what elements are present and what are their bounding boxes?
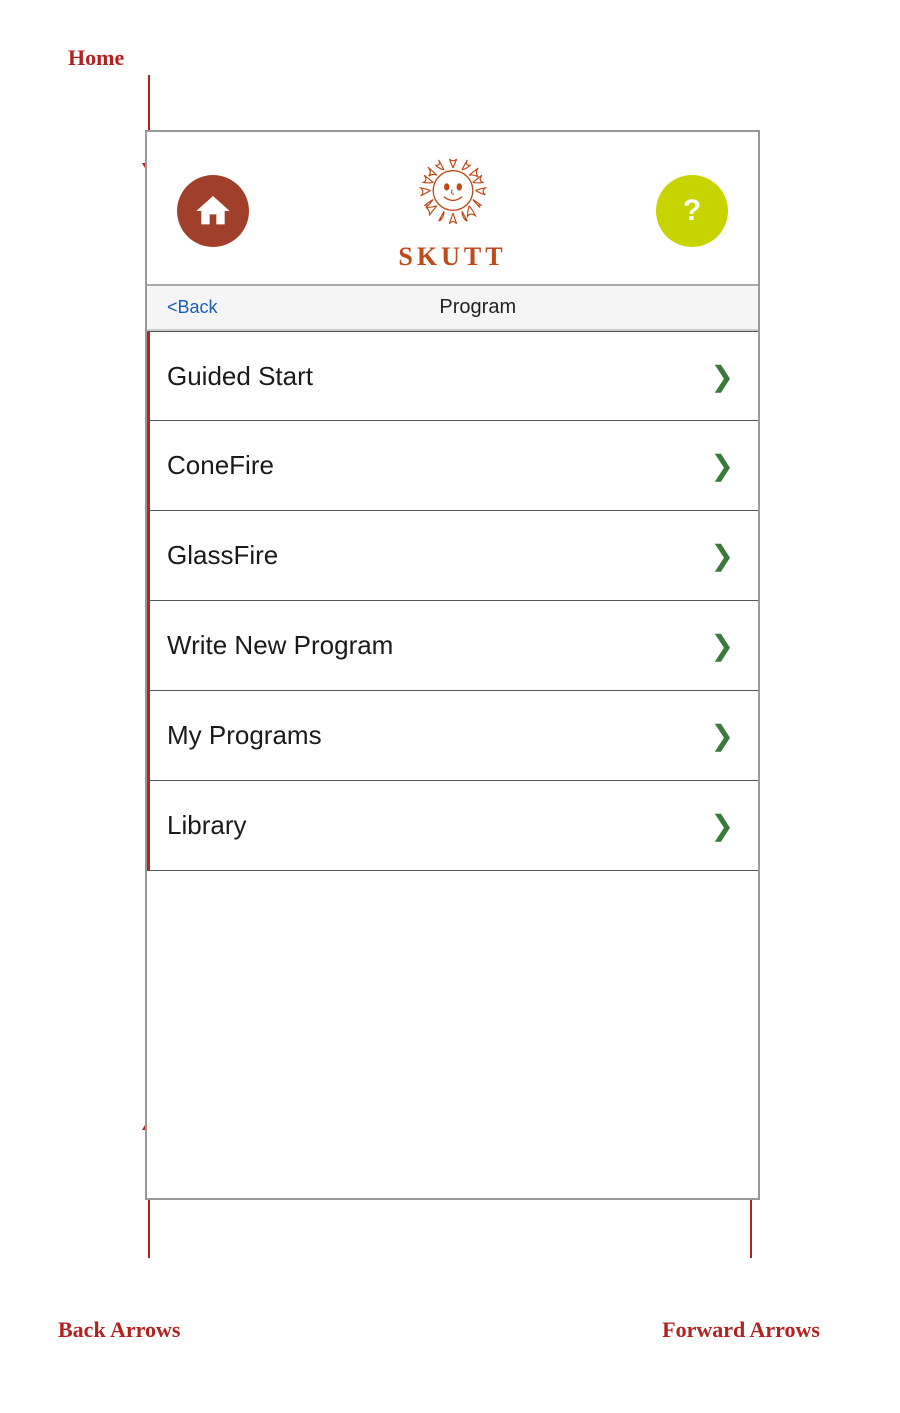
menu-item-guided-start[interactable]: Guided Start ❯ [147,331,758,421]
menu-item-label: Library [167,810,246,841]
menu-item-my-programs[interactable]: My Programs ❯ [147,691,758,781]
annotation-forward: Forward Arrows [662,1317,820,1343]
back-chevron-icon: < [167,297,178,318]
help-button[interactable]: ? [656,175,728,247]
nav-bar: < Back Program [147,286,758,331]
skutt-sun-logo [398,150,508,240]
menu-list: Guided Start❯ConeFire❯GlassFire❯Write Ne… [147,331,758,871]
menu-item-glassfire[interactable]: GlassFire ❯ [147,511,758,601]
menu-item-chevron-icon: ❯ [711,719,734,752]
nav-title: Program [218,296,738,319]
menu-item-label: Write New Program [167,630,393,661]
menu-item-library[interactable]: Library ❯ [147,781,758,871]
menu-item-label: My Programs [167,720,322,751]
left-indicator [147,511,150,600]
menu-item-label: ConeFire [167,450,274,481]
home-button[interactable] [177,175,249,247]
menu-item-chevron-icon: ❯ [711,539,734,572]
menu-item-label: GlassFire [167,540,278,571]
menu-item-write-new-program[interactable]: Write New Program ❯ [147,601,758,691]
menu-item-chevron-icon: ❯ [711,449,734,482]
home-icon [193,191,233,231]
back-button[interactable]: Back [178,297,218,318]
menu-item-chevron-icon: ❯ [711,360,734,393]
device-frame: SKUTT ? < Back Program Guided Start❯Cone… [145,130,760,1200]
annotation-back: Back Arrows [58,1317,180,1343]
logo-area: SKUTT [398,150,508,272]
menu-item-label: Guided Start [167,361,313,392]
left-indicator [147,601,150,690]
logo-text: SKUTT [398,242,506,272]
menu-item-chevron-icon: ❯ [711,809,734,842]
left-indicator [147,421,150,510]
help-icon: ? [683,194,701,228]
menu-item-conefire[interactable]: ConeFire ❯ [147,421,758,511]
left-indicator [147,781,150,870]
app-header: SKUTT ? [147,132,758,286]
page-wrapper: Home Back Arrows Forward Arrows [0,0,900,1413]
left-indicator [147,332,150,420]
bottom-empty-area [147,871,758,1151]
annotation-home: Home [68,45,124,71]
left-indicator [147,691,150,780]
menu-item-chevron-icon: ❯ [711,629,734,662]
